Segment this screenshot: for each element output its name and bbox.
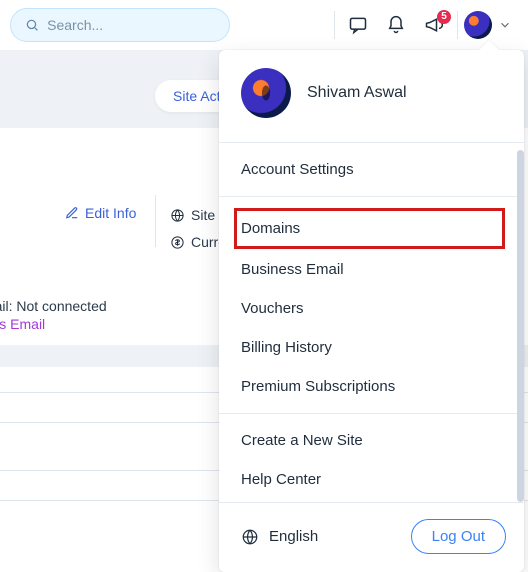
account-dropdown: Shivam Aswal Account Settings Domains Bu… [219,50,524,572]
column-divider [155,195,156,247]
search-icon [25,17,39,33]
currency-icon [170,235,185,250]
menu-footer: English Log Out [219,503,524,572]
menu-item-business-email[interactable]: Business Email [219,250,524,289]
search-box[interactable] [10,8,230,42]
menu-item-help-center[interactable]: Help Center [219,460,524,502]
chevron-down-icon [498,18,512,32]
currency-row: Curre [170,234,226,250]
edit-info-label: Edit Info [85,205,136,221]
business-email-cta[interactable]: t a Business Email [0,316,45,332]
language-label: English [269,528,318,545]
notifications-button[interactable] [377,6,415,44]
menu-item-create-site[interactable]: Create a New Site [219,414,524,460]
logout-button[interactable]: Log Out [411,519,506,554]
pencil-icon [65,206,79,220]
language-selector[interactable]: English [241,528,318,546]
divider [334,11,335,39]
globe-icon [170,208,185,223]
avatar [241,68,291,118]
chat-icon [348,15,368,35]
top-bar: 5 [0,0,528,50]
announcements-button[interactable]: 5 [415,6,453,44]
account-menu-trigger[interactable] [462,6,514,44]
divider [457,11,458,39]
menu-item-premium-subscriptions[interactable]: Premium Subscriptions [219,367,524,413]
menu-item-vouchers[interactable]: Vouchers [219,289,524,328]
search-input[interactable] [47,17,215,33]
scrollbar[interactable] [517,150,524,502]
user-name: Shivam Aswal [307,84,407,102]
menu-item-domains[interactable]: Domains [235,209,504,248]
notification-badge: 5 [437,10,451,24]
search-wrap [10,8,230,42]
avatar [464,11,492,39]
menu-item-account-settings[interactable]: Account Settings [219,143,524,196]
business-email-status: siness Email: Not connected [0,298,107,314]
menu-header: Shivam Aswal [219,50,524,142]
edit-info-link[interactable]: Edit Info [65,205,136,221]
menu-item-billing-history[interactable]: Billing History [219,328,524,367]
bell-icon [386,15,406,35]
globe-icon [241,528,259,546]
inbox-button[interactable] [339,6,377,44]
